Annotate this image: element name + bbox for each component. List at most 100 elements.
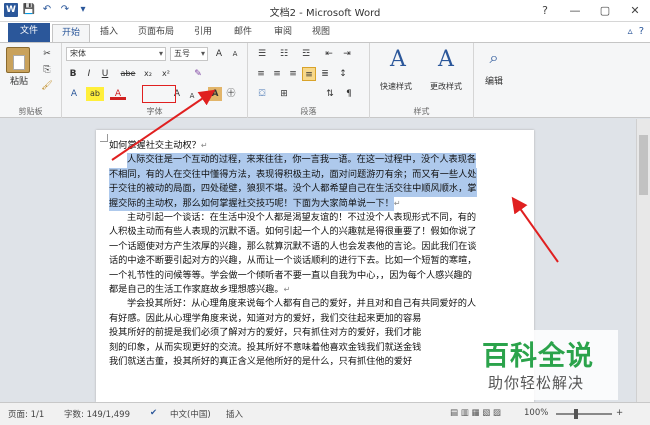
tab-review[interactable]: 审阅 — [268, 24, 298, 42]
decrease-indent-icon[interactable]: ⇤ — [322, 47, 336, 61]
copy-icon[interactable]: ⎘ — [40, 63, 54, 77]
maximize-button[interactable]: ▢ — [590, 0, 620, 22]
callout-highlight-box — [142, 85, 176, 103]
clipboard-group: 粘贴 ✂ ⎘ 🖌 剪贴板 — [0, 43, 62, 118]
align-center-icon[interactable]: ≡ — [270, 67, 284, 81]
find-icon[interactable]: ⌕ — [484, 50, 504, 73]
para2-line-5: 一个礼节性的问候等等。学会做一个倾听者不要一直以自我为中心，，因为每个人感兴趣的 — [109, 269, 472, 281]
styles-group-label: 样式 — [413, 107, 430, 116]
help-icon[interactable]: ? — [639, 26, 644, 37]
quick-styles-button[interactable]: 快速样式 — [376, 81, 416, 92]
para2-line-2: 人积极主动而有些人表现的沉默不语。如何引起一个人的兴趣就是得很重要了！假如你说了 — [109, 226, 477, 238]
font-color-icon[interactable]: A — [110, 87, 126, 100]
sort-icon[interactable]: ⇅ — [322, 87, 338, 101]
numbering-icon[interactable]: ☷ — [276, 47, 292, 61]
tab-file[interactable]: 文件 — [8, 23, 50, 42]
subscript-button[interactable]: x₂ — [140, 67, 156, 81]
watermark-main-text: 百科全说 — [482, 341, 594, 372]
font-name-combo[interactable]: 宋体 — [66, 47, 166, 61]
bold-button[interactable]: B — [66, 67, 80, 81]
shrink-font-icon[interactable]: A — [228, 47, 242, 61]
vertical-scrollbar[interactable] — [636, 119, 650, 402]
status-bar: 页面: 1/1 字数: 149/1,499 ✔ 中文(中国) 插入 ▤ ▥ ▦ … — [0, 402, 650, 425]
minimize-button[interactable]: — — [560, 0, 590, 22]
para3-line-3: 投其所好的前提是我们必须了解对方的爱好，只有抓住对方的爱好，我们才能 — [109, 327, 422, 339]
collapse-ribbon-icon[interactable]: ▵ — [628, 26, 633, 37]
character-shading-icon[interactable]: A — [208, 87, 222, 101]
paste-icon[interactable] — [6, 47, 30, 73]
para3-line-2: 有好感。因此从心理学角度来说，知道对方的爱好，我们交往起来更加的容易 — [109, 312, 422, 324]
close-button[interactable]: ✕ — [620, 0, 650, 22]
view-buttons-icon[interactable]: ▤ ▥ ▦ ▧ ▨ — [450, 408, 501, 418]
para3-line-5: 我们就送古董，投其所好的真正含义是他所好的是什么，只有抓住他的爱好 — [109, 356, 413, 368]
para2-line-4: 话的中途不断要引起对方的兴趣，从而让一个谈话顺利的进行下去。比如一个短暂的寒暄， — [109, 255, 477, 267]
change-styles-button[interactable]: 更改样式 — [426, 81, 466, 92]
tab-mailings[interactable]: 邮件 — [228, 24, 258, 42]
font-size-combo[interactable]: 五号 — [170, 47, 208, 61]
paragraph-group-label: 段落 — [300, 107, 317, 116]
underline-button[interactable]: U — [98, 67, 112, 81]
proofing-icon[interactable]: ✔ — [150, 408, 157, 418]
tab-home[interactable]: 开始 — [52, 24, 90, 42]
zoom-in-icon[interactable]: + — [616, 408, 623, 418]
shading-icon[interactable]: ⛋ — [254, 87, 270, 101]
document-page[interactable]: 如何掌握社交主动权？↵ 人际交往是一个互动的过程，来来往往，你一言我一语。在这一… — [96, 130, 534, 402]
paste-button[interactable]: 粘贴 — [4, 75, 34, 89]
change-styles-icon[interactable]: A — [426, 47, 466, 81]
align-right-icon[interactable]: ≡ — [286, 67, 300, 81]
tab-insert[interactable]: 插入 — [94, 24, 124, 42]
language-indicator[interactable]: 中文(中国) — [170, 408, 211, 420]
line-spacing-icon[interactable]: ↕ — [336, 67, 350, 81]
justify-icon[interactable]: ≡ — [302, 67, 316, 81]
help-button[interactable]: ? — [530, 0, 560, 22]
tab-page-layout[interactable]: 页面布局 — [132, 24, 180, 42]
text-effect-icon[interactable]: A — [66, 87, 82, 101]
paragraph-group: ☰ ☷ ☲ ⇤ ⇥ ≡ ≡ ≡ ≡ ≣ ↕ ⛋ ⊞ ⇅ ¶ 段落 — [248, 43, 370, 118]
grow-font-icon[interactable]: A — [212, 47, 226, 61]
shrink-font-2-icon[interactable]: A — [186, 89, 198, 103]
italic-button[interactable]: I — [82, 67, 96, 81]
scrollbar-thumb[interactable] — [639, 135, 648, 195]
cut-icon[interactable]: ✂ — [40, 47, 54, 61]
ribbon: 粘贴 ✂ ⎘ 🖌 剪贴板 宋体 五号 A A B I U abe x₂ x² ✎… — [0, 42, 650, 118]
document-body[interactable]: 如何掌握社交主动权？↵ 人际交往是一个互动的过程，来来往往，你一言我一语。在这一… — [109, 139, 529, 370]
zoom-slider-knob[interactable] — [574, 409, 578, 419]
title-bar: W 💾 ↶ ↷ ▾ 文档2 - Microsoft Word ? — ▢ ✕ — [0, 0, 650, 22]
window-controls: ? — ▢ ✕ — [530, 0, 650, 22]
tab-references[interactable]: 引用 — [188, 24, 218, 42]
editing-group: ⌕ 编辑 — [474, 43, 514, 118]
format-painter-icon[interactable]: 🖌 — [40, 79, 54, 93]
multilevel-list-icon[interactable]: ☲ — [298, 47, 314, 61]
align-left-icon[interactable]: ≡ — [254, 67, 268, 81]
zoom-level[interactable]: 100% — [524, 408, 548, 418]
clear-format-icon[interactable]: ✎ — [190, 67, 206, 81]
para2-line-3: 一个话题使对方产生浓厚的兴趣，那么就算沉默不语的人也会发表他的言论。因此我们在谈 — [109, 240, 477, 252]
watermark-sub-text: 助你轻松解决 — [488, 374, 585, 392]
insert-mode-indicator[interactable]: 插入 — [226, 408, 243, 420]
selected-line-4: 握交际的主动权，那么如何掌握社交技巧呢！下面为大家简单说一下！↵ — [109, 196, 529, 212]
crop-mark — [100, 134, 108, 142]
word-count[interactable]: 字数: 149/1,499 — [64, 408, 130, 420]
borders-icon[interactable]: ⊞ — [276, 87, 292, 101]
para2-line-6: 都是自己的生活工作家庭故乡理想感兴趣。↵ — [109, 284, 291, 296]
zoom-slider-track[interactable] — [556, 413, 612, 415]
enclosed-character-icon[interactable]: ㊉ — [224, 87, 238, 101]
bullets-icon[interactable]: ☰ — [254, 47, 270, 61]
distributed-icon[interactable]: ≣ — [318, 67, 332, 81]
ribbon-tabs: 文件 开始 插入 页面布局 引用 邮件 审阅 视图 ▵ ? — [0, 22, 650, 42]
doc-heading: 如何掌握社交主动权？↵ — [109, 140, 208, 151]
tab-view[interactable]: 视图 — [306, 24, 336, 42]
increase-indent-icon[interactable]: ⇥ — [340, 47, 354, 61]
selected-line-3: 于交往的被动的局面，四处碰壁，狼狈不堪。没个人都希望自己在生活交往中顺风顺水，掌 — [109, 182, 529, 197]
editing-button[interactable]: 编辑 — [476, 75, 512, 89]
superscript-button[interactable]: x² — [158, 67, 174, 81]
styles-group: A 快速样式 A 更改样式 样式 — [370, 43, 474, 118]
quick-styles-icon[interactable]: A — [378, 47, 418, 81]
selected-line-1: 人际交往是一个互动的过程，来来往往，你一言我一语。在这一过程中，没个人表现各 — [109, 153, 529, 168]
clipboard-group-label: 剪贴板 — [18, 107, 43, 116]
show-marks-icon[interactable]: ¶ — [342, 87, 356, 101]
highlight-color-icon[interactable]: ab — [86, 87, 104, 101]
para2-line-1: 主动引起一个谈话：在生活中没个人都是渴望友谊的！不过没个人表现形式不同，有的 — [127, 212, 477, 224]
strikethrough-button[interactable]: abe — [118, 67, 138, 81]
page-count[interactable]: 页面: 1/1 — [8, 408, 44, 420]
